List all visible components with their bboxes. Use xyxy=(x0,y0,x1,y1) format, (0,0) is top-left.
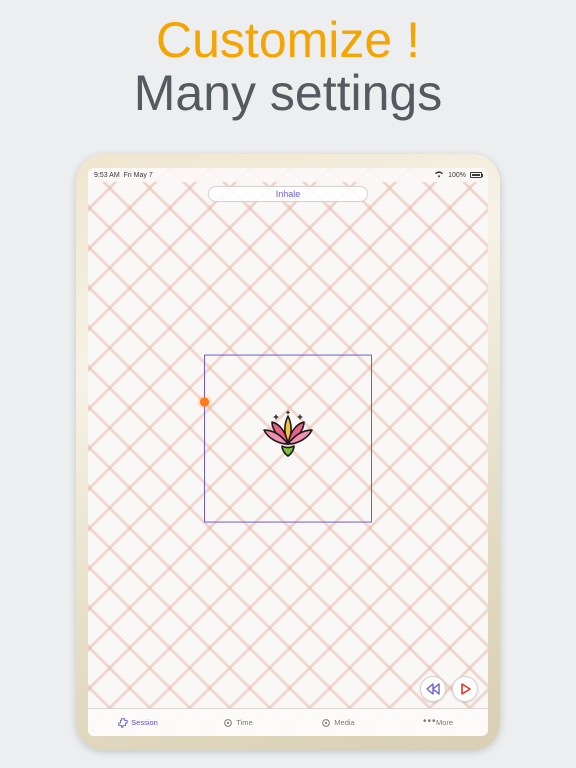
battery-icon xyxy=(470,172,482,178)
tab-media-label: Media xyxy=(334,718,354,727)
gear-icon xyxy=(223,718,233,728)
tab-media[interactable]: Media xyxy=(288,709,388,736)
gear-icon xyxy=(321,718,331,728)
tab-session-label: Session xyxy=(131,718,158,727)
headline-line1: Customize ! xyxy=(0,14,576,67)
tab-time[interactable]: Time xyxy=(188,709,288,736)
tablet-frame: 9:53 AM Fri May 7 100% Inhale xyxy=(76,154,500,750)
headline-line2: Many settings xyxy=(0,67,576,120)
tab-time-label: Time xyxy=(236,718,252,727)
breath-phase-label: Inhale xyxy=(208,186,368,202)
status-time-date: 9:53 AM Fri May 7 xyxy=(94,172,153,179)
app-screen: 9:53 AM Fri May 7 100% Inhale xyxy=(88,168,488,736)
session-icon xyxy=(118,718,128,728)
lotus-icon xyxy=(260,410,316,467)
more-icon: ••• xyxy=(423,718,433,728)
rewind-button[interactable] xyxy=(420,676,446,702)
status-date: Fri May 7 xyxy=(124,172,153,179)
playback-controls xyxy=(420,676,478,702)
play-icon xyxy=(459,683,471,695)
play-button[interactable] xyxy=(452,676,478,702)
status-time: 9:53 AM xyxy=(94,172,120,179)
tab-session[interactable]: Session xyxy=(88,709,188,736)
tab-bar: Session Time Media ••• More xyxy=(88,708,488,736)
tab-more[interactable]: ••• More xyxy=(388,709,488,736)
status-bar: 9:53 AM Fri May 7 100% xyxy=(88,168,488,182)
marketing-headline: Customize ! Many settings xyxy=(0,0,576,119)
breathing-box[interactable] xyxy=(204,355,372,523)
progress-dot-icon xyxy=(200,398,209,407)
tab-more-label: More xyxy=(436,718,453,727)
rewind-icon xyxy=(426,683,440,695)
wifi-icon xyxy=(434,170,444,180)
battery-percent: 100% xyxy=(448,172,466,179)
